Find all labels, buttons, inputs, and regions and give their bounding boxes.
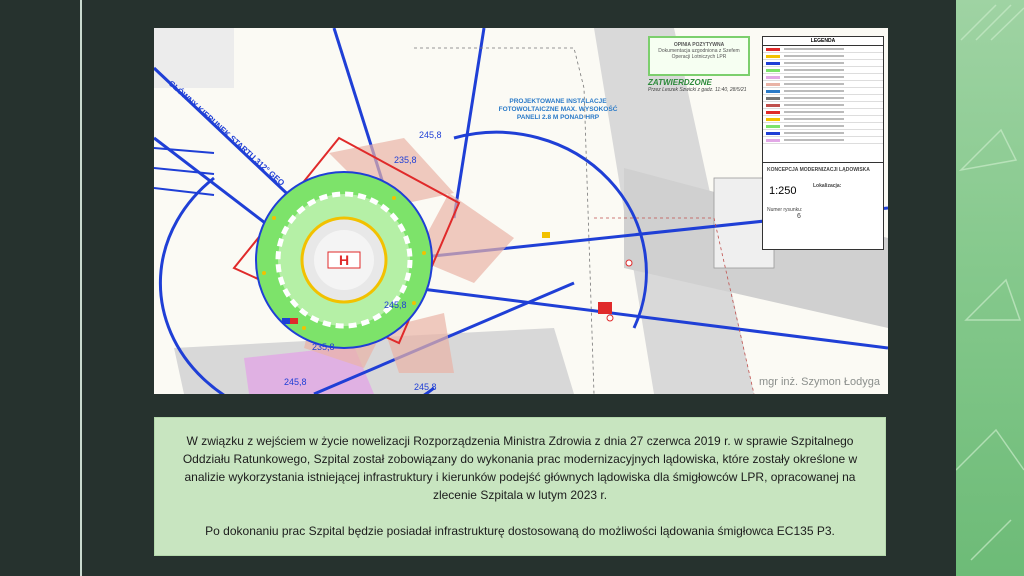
drawing-title-block: KONCEPCJA MODERNIZACJI LĄDOWISKA 1:250 L… bbox=[762, 162, 884, 250]
approval-stamp: OPINIA POZYTYWNA Dokumentacja uzgodniona… bbox=[648, 36, 750, 76]
legend-row bbox=[763, 74, 883, 81]
height-label: 235,8 bbox=[312, 342, 335, 352]
legend-row bbox=[763, 67, 883, 74]
height-label: 245,8 bbox=[284, 377, 307, 387]
approved-title: ZATWIERDZONE bbox=[648, 78, 712, 87]
legend-row bbox=[763, 46, 883, 53]
legend-row bbox=[763, 53, 883, 60]
legend-title: LEGENDA bbox=[763, 37, 883, 46]
approved-stamp: ZATWIERDZONE Przez Leszek Szwicki z gadz… bbox=[648, 78, 756, 93]
legend-row bbox=[763, 130, 883, 137]
approved-subtitle: Przez Leszek Szwicki z gadz. 11:40, 28/5… bbox=[648, 87, 747, 93]
pv-installation-label: PROJEKTOWANE INSTALACJE FOTOWOLTAICZNE M… bbox=[498, 98, 618, 121]
title-block-title: KONCEPCJA MODERNIZACJI LĄDOWISKA bbox=[767, 167, 870, 173]
description-box: W związku z wejściem w życie nowelizacji… bbox=[154, 417, 886, 556]
legend-row bbox=[763, 137, 883, 144]
slide-decoration-band bbox=[956, 0, 1024, 576]
author-credit: mgr inż. Szymon Łodyga bbox=[758, 376, 880, 388]
legend-row bbox=[763, 81, 883, 88]
legend-row bbox=[763, 60, 883, 67]
plan-legend: LEGENDA bbox=[762, 36, 884, 164]
legend-row bbox=[763, 102, 883, 109]
legend-row bbox=[763, 88, 883, 95]
legend-row bbox=[763, 109, 883, 116]
heliport-site-plan: H 245,8 235,8 245,8 235,8 245,8 245,8 GŁ… bbox=[154, 28, 888, 394]
height-label: 235,8 bbox=[394, 155, 417, 165]
legend-row bbox=[763, 123, 883, 130]
sheet-number: 6 bbox=[797, 213, 801, 220]
legend-row bbox=[763, 95, 883, 102]
description-paragraph-2: Po dokonaniu prac Szpital będzie posiada… bbox=[205, 524, 835, 538]
direction-label: GŁÓWNY KIERUNEK STARTU 312° GEO bbox=[167, 79, 287, 188]
slide-left-rule bbox=[80, 0, 82, 576]
legend-row bbox=[763, 116, 883, 123]
height-label: 245,8 bbox=[414, 382, 437, 392]
drawing-scale: 1:250 bbox=[769, 185, 797, 197]
approval-subtitle: Dokumentacja uzgodniona z Szefem Operacj… bbox=[658, 48, 740, 60]
description-paragraph-1: W związku z wejściem w życie nowelizacji… bbox=[182, 434, 858, 502]
height-label: 245,8 bbox=[384, 300, 407, 310]
location-label: Lokalizacja: bbox=[813, 183, 842, 189]
height-label: 245,8 bbox=[419, 130, 442, 140]
